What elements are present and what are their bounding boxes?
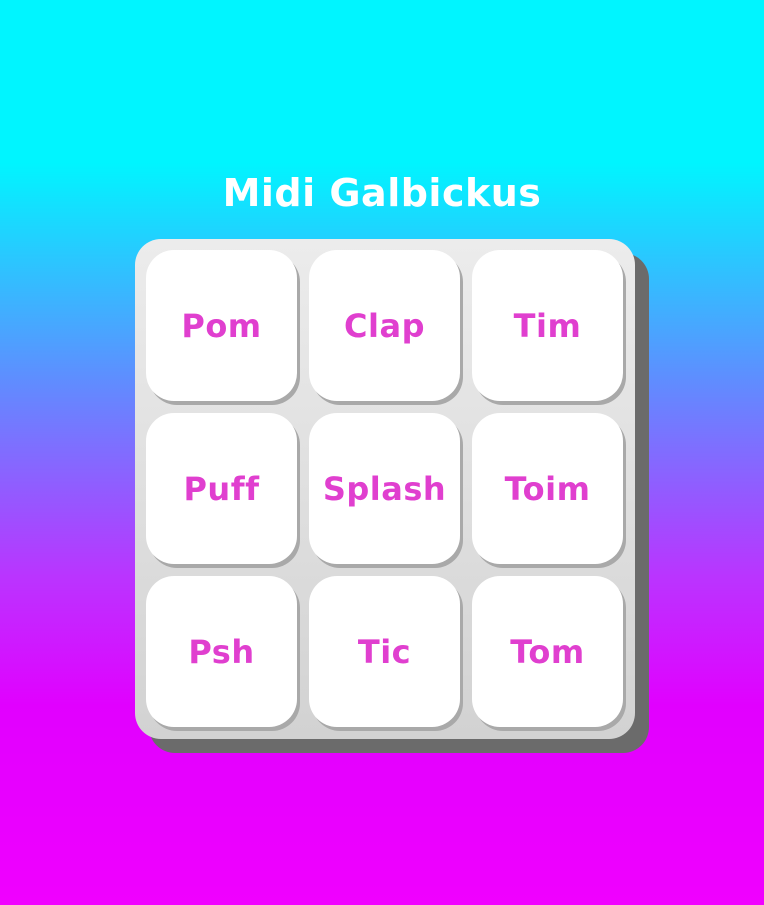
pad-button-splash[interactable]: Splash [309,413,460,564]
pad-label: Clap [344,306,425,345]
pad-button-toim[interactable]: Toim [472,413,623,564]
pad-label: Psh [188,632,255,671]
pad-label: Tim [513,306,582,345]
pad-button-tom[interactable]: Tom [472,576,623,727]
pad-label: Pom [181,306,262,345]
pad-label: Tom [510,632,585,671]
pad-grid: Pom Clap Tim Puff Splash Toim Psh Tic To… [146,250,623,727]
pad-button-pom[interactable]: Pom [146,250,297,401]
pad-label: Splash [322,469,447,508]
app-title: Midi Galbickus [222,171,542,215]
pad-button-puff[interactable]: Puff [146,413,297,564]
pad-button-tim[interactable]: Tim [472,250,623,401]
pad-button-psh[interactable]: Psh [146,576,297,727]
pad-button-clap[interactable]: Clap [309,250,460,401]
pad-button-tic[interactable]: Tic [309,576,460,727]
pad-label: Puff [183,469,260,508]
pad-label: Toim [504,469,591,508]
pad-label: Tic [357,632,412,671]
pad-board: Pom Clap Tim Puff Splash Toim Psh Tic To… [135,239,635,739]
